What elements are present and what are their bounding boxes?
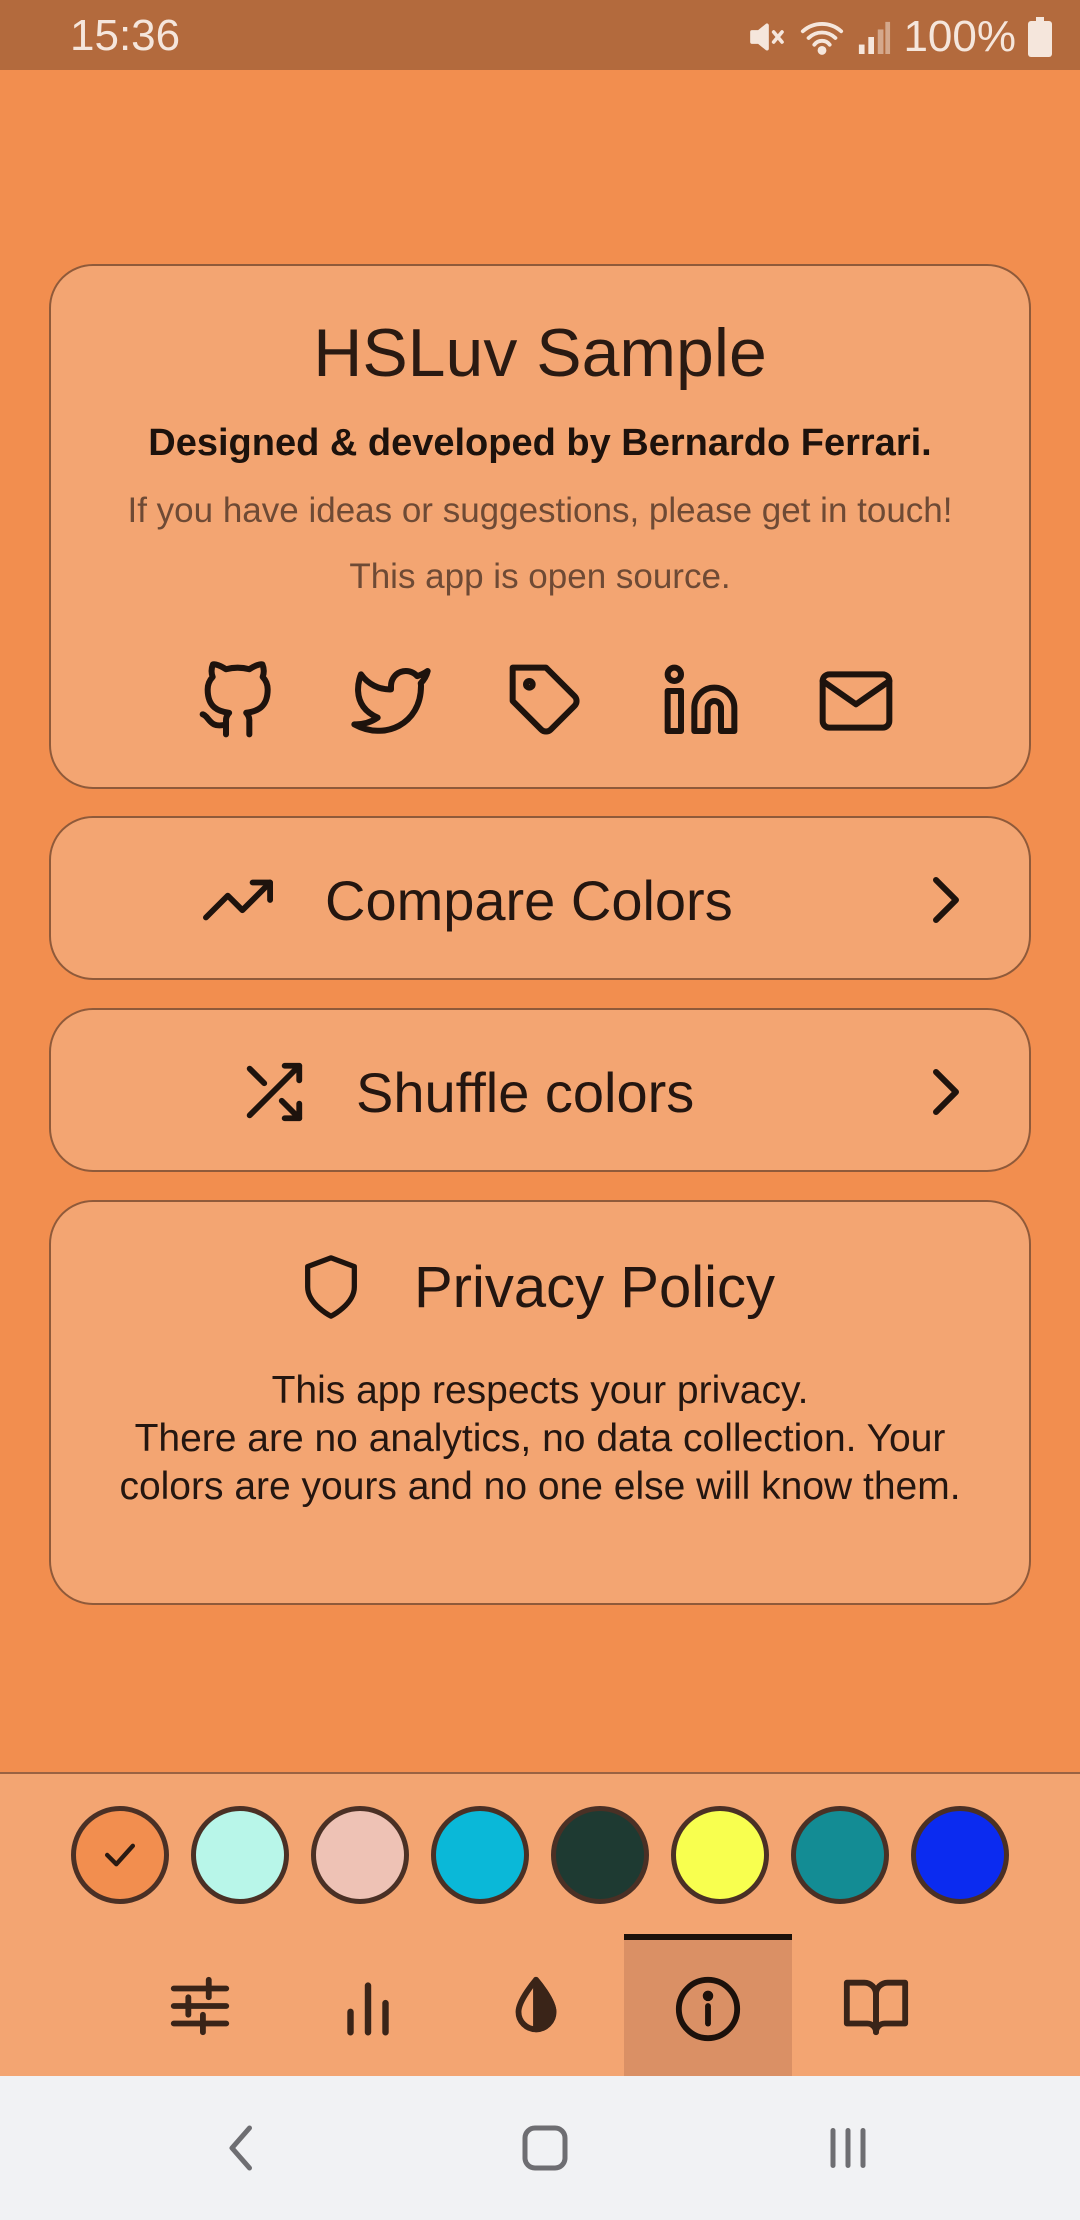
chevron-right-icon xyxy=(926,870,966,930)
tab-sliders[interactable] xyxy=(116,1934,284,2078)
color-swatch-4[interactable] xyxy=(431,1806,529,1904)
app-title: HSLuv Sample xyxy=(313,315,767,391)
status-icons: 100% xyxy=(747,12,1052,62)
info-icon xyxy=(675,1976,741,2042)
contrast-icon xyxy=(515,1976,557,2033)
developer-credit: Designed & developed by Bernardo Ferrari… xyxy=(148,422,932,464)
github-icon[interactable] xyxy=(196,661,276,741)
status-bar: 15:36 100% xyxy=(0,0,1080,70)
wifi-icon xyxy=(799,17,845,57)
about-card: HSLuv Sample Designed & developed by Ber… xyxy=(49,264,1031,789)
compare-colors-label: Compare Colors xyxy=(325,869,733,932)
color-swatch-3[interactable] xyxy=(311,1806,409,1904)
sliders-icon xyxy=(170,1976,230,2036)
twitter-icon[interactable] xyxy=(351,661,431,741)
privacy-card: Privacy Policy This app respects your pr… xyxy=(49,1200,1031,1605)
tab-info[interactable] xyxy=(624,1934,792,2078)
shuffle-colors-label: Shuffle colors xyxy=(356,1061,695,1124)
signal-icon xyxy=(857,17,891,57)
shield-icon xyxy=(296,1252,366,1322)
social-links xyxy=(196,661,896,741)
check-icon xyxy=(104,1843,136,1867)
tab-book[interactable] xyxy=(792,1934,960,2078)
color-swatch-8[interactable] xyxy=(911,1806,1009,1904)
recents-icon xyxy=(830,2128,866,2168)
tag-icon[interactable] xyxy=(506,661,586,741)
shuffle-colors-button[interactable]: Shuffle colors xyxy=(49,1008,1031,1172)
privacy-title: Privacy Policy xyxy=(414,1255,775,1320)
back-button[interactable] xyxy=(200,2106,284,2190)
recents-button[interactable] xyxy=(806,2106,890,2190)
back-icon xyxy=(229,2125,252,2171)
tab-chart[interactable] xyxy=(284,1934,452,2078)
home-icon xyxy=(522,2125,568,2171)
bottom-panel xyxy=(0,1772,1080,2078)
trending-up-icon xyxy=(201,865,275,935)
home-button[interactable] xyxy=(503,2106,587,2190)
color-swatch-1[interactable] xyxy=(71,1806,169,1904)
color-swatch-6[interactable] xyxy=(671,1806,769,1904)
mail-icon[interactable] xyxy=(816,661,896,741)
color-swatch-5[interactable] xyxy=(551,1806,649,1904)
bar-chart-icon xyxy=(347,1982,389,2036)
tab-contrast[interactable] xyxy=(452,1934,620,2078)
battery-icon xyxy=(1028,17,1052,57)
privacy-text-line1: This app respects your privacy. xyxy=(271,1369,809,1412)
privacy-text-line2: There are no analytics, no data collecti… xyxy=(119,1417,961,1508)
status-time: 15:36 xyxy=(70,11,181,60)
system-nav-bar xyxy=(0,2076,1080,2220)
open-source-text: This app is open source. xyxy=(349,557,731,596)
battery-level: 100% xyxy=(903,12,1016,61)
color-swatch-2[interactable] xyxy=(191,1806,289,1904)
chevron-right-icon xyxy=(926,1062,966,1122)
color-swatch-7[interactable] xyxy=(791,1806,889,1904)
linkedin-icon[interactable] xyxy=(661,661,741,741)
compare-colors-button[interactable]: Compare Colors xyxy=(49,816,1031,980)
shuffle-icon xyxy=(236,1057,310,1127)
book-icon xyxy=(843,1979,909,2036)
contact-text: If you have ideas or suggestions, please… xyxy=(127,491,953,530)
privacy-text: This app respects your privacy. There ar… xyxy=(91,1367,989,1511)
mute-icon xyxy=(747,17,787,57)
